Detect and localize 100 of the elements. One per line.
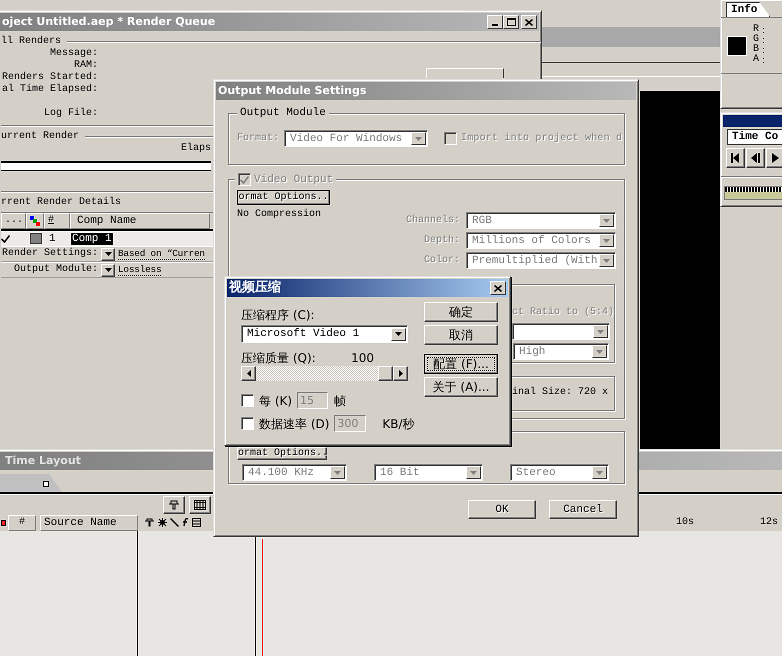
dropdown-button[interactable] bbox=[101, 248, 115, 260]
column-header[interactable]: Comp Name bbox=[70, 213, 210, 229]
dropdown[interactable]: RGB bbox=[466, 212, 616, 229]
window-title: Time Layout bbox=[5, 455, 81, 467]
checkmark-icon[interactable] bbox=[1, 234, 10, 242]
group-heading: rrent Render Details bbox=[1, 197, 122, 209]
caret-icon bbox=[596, 328, 605, 334]
format-options-button[interactable]: ormat Options.. bbox=[237, 447, 327, 460]
checkbox[interactable] bbox=[241, 417, 254, 430]
jog-bar[interactable] bbox=[724, 186, 782, 200]
checkbox[interactable] bbox=[444, 132, 458, 145]
group-heading: urrent Render bbox=[1, 131, 80, 143]
scroll-right-button[interactable] bbox=[393, 366, 408, 381]
item-number: 1 bbox=[49, 232, 57, 244]
window-title: oject Untitled.aep * Render Queue bbox=[2, 16, 216, 28]
setting-link[interactable]: Lossless bbox=[118, 264, 162, 276]
slider-thumb[interactable] bbox=[378, 366, 393, 381]
maximize-icon bbox=[506, 18, 516, 26]
layers-icon bbox=[30, 216, 40, 226]
dialog-button[interactable]: 确定 bbox=[424, 302, 498, 322]
step-back-icon bbox=[750, 152, 761, 164]
quality-value: 100 bbox=[351, 351, 374, 365]
tab-square-icon bbox=[43, 481, 49, 487]
caret-icon bbox=[414, 136, 424, 142]
cancel-button[interactable]: Cancel bbox=[549, 500, 617, 519]
close-button[interactable] bbox=[521, 15, 537, 29]
checkbox[interactable] bbox=[241, 394, 254, 407]
compression-label: No Compression bbox=[237, 209, 322, 221]
function-icon bbox=[182, 518, 189, 527]
checkbox-label: Video Output bbox=[254, 174, 334, 186]
checkbox-label: Import into project when d bbox=[461, 132, 622, 144]
panel-tab[interactable]: Time Co bbox=[727, 129, 782, 145]
field-label: RAM: bbox=[72, 60, 98, 72]
column-header[interactable]: ... bbox=[1, 213, 26, 229]
channel-label: A bbox=[753, 55, 760, 65]
time-ruler-label: 12s bbox=[760, 516, 778, 528]
field-label: Channels: bbox=[406, 214, 460, 226]
field-label: 压缩质量 (Q): bbox=[241, 351, 316, 365]
caret-icon bbox=[602, 258, 611, 264]
dialog-title: 视频压缩 bbox=[229, 281, 281, 295]
scroll-left-button[interactable] bbox=[241, 366, 256, 381]
setting-label: Render Settings: bbox=[1, 248, 98, 260]
maximize-button[interactable] bbox=[503, 15, 519, 29]
column-header[interactable]: # bbox=[8, 514, 36, 530]
caret-icon bbox=[104, 251, 112, 257]
setting-link[interactable]: Based on “Curren bbox=[118, 248, 205, 260]
dropdown[interactable]: Millions of Colors bbox=[466, 232, 616, 249]
label-swatch bbox=[30, 233, 42, 244]
unit-label: 帧 bbox=[334, 394, 346, 408]
caret-icon bbox=[104, 267, 112, 273]
dropdown[interactable]: Microsoft Video 1 bbox=[241, 325, 408, 343]
channel-label: G bbox=[753, 35, 760, 45]
caret-icon bbox=[595, 348, 604, 354]
dropdown[interactable]: 44.100 KHz bbox=[242, 464, 347, 481]
dropdown[interactable]: High bbox=[513, 343, 609, 360]
dialog-button[interactable]: 配置 (F)... bbox=[424, 354, 498, 374]
field-label: Renders Started: bbox=[1, 72, 98, 84]
column-header[interactable]: # bbox=[44, 213, 70, 229]
checkbox-label: 数据速率 (D) bbox=[259, 416, 330, 430]
sun-icon bbox=[158, 518, 167, 527]
skip-back-icon bbox=[730, 152, 741, 164]
channel-label: R bbox=[753, 25, 760, 35]
checkmark-icon bbox=[240, 176, 249, 184]
setting-label: Output Module: bbox=[12, 264, 98, 276]
dialog-button[interactable]: 关于 (A)... bbox=[424, 377, 498, 397]
close-icon bbox=[525, 18, 533, 26]
group-heading: ll Renders bbox=[1, 36, 62, 48]
shy-icon bbox=[168, 500, 180, 510]
checkbox-label: ct Ratio to (5:4) bbox=[512, 306, 614, 319]
field-label: al Time Elapsed: bbox=[1, 84, 98, 96]
panel-tab[interactable]: Info bbox=[726, 2, 770, 17]
field-label: Elaps bbox=[180, 143, 212, 155]
format-options-button[interactable]: ormat Options.. bbox=[237, 190, 330, 205]
minimize-button[interactable] bbox=[487, 15, 503, 29]
column-header[interactable] bbox=[26, 213, 44, 229]
label-color-icon bbox=[1, 520, 6, 526]
column-header[interactable]: Source Name bbox=[40, 514, 138, 530]
ok-button[interactable]: OK bbox=[468, 500, 536, 519]
first-frame-button[interactable] bbox=[726, 148, 745, 168]
dropdown[interactable]: 16 Bit bbox=[374, 464, 483, 481]
close-icon bbox=[494, 284, 502, 292]
time-ruler-label: 10s bbox=[676, 516, 694, 528]
dialog-button[interactable]: 取消 bbox=[424, 325, 498, 345]
dropdown[interactable] bbox=[512, 323, 610, 340]
dropdown[interactable]: Video For Windows bbox=[284, 130, 428, 147]
size-label: inal Size: 720 x bbox=[512, 387, 608, 399]
dropdown-button[interactable] bbox=[101, 264, 115, 276]
checkbox-label: 每 (K) bbox=[259, 394, 292, 408]
comp-name[interactable]: Comp 1 bbox=[71, 232, 113, 244]
dropdown[interactable]: Premultiplied (With bbox=[466, 252, 616, 269]
group-heading: Output Module bbox=[237, 107, 329, 119]
field-label: Color: bbox=[424, 254, 460, 266]
dropdown[interactable]: Stereo bbox=[510, 464, 609, 481]
previous-frame-button[interactable] bbox=[746, 148, 765, 168]
close-button[interactable] bbox=[490, 281, 506, 295]
play-button[interactable] bbox=[766, 148, 782, 168]
checkbox[interactable] bbox=[238, 173, 251, 186]
frame-blend-button[interactable] bbox=[189, 496, 211, 514]
diagonal-line-icon bbox=[170, 518, 179, 527]
shy-toggle-button[interactable] bbox=[163, 496, 185, 514]
